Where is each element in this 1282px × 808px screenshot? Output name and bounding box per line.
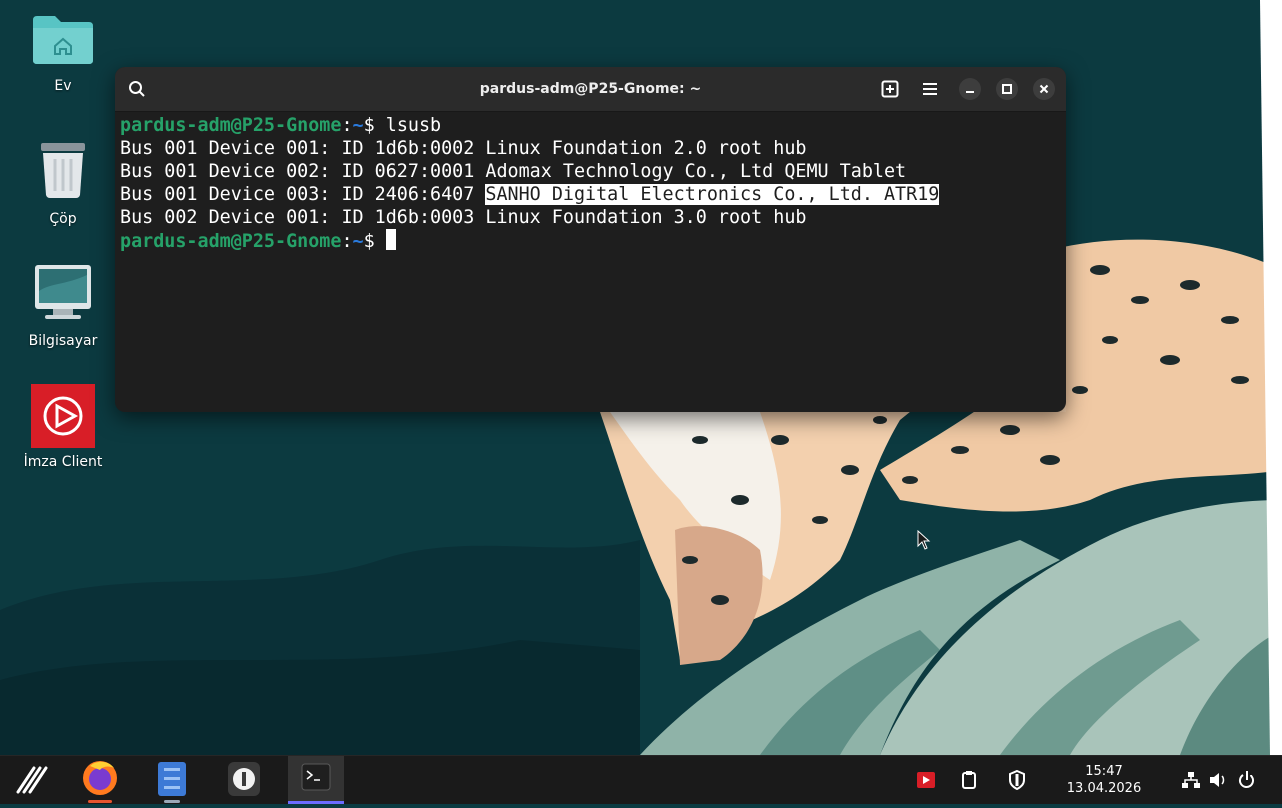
text-cursor (385, 229, 396, 250)
mouse-pointer-icon (917, 530, 931, 550)
desktop-icon-home[interactable]: Ev (8, 14, 118, 94)
terminal-line: pardus-adm@P25-Gnome:~$ lsusb (120, 114, 1061, 137)
clock[interactable]: 15:47 13.04.2026 (1058, 763, 1150, 797)
terminal-line: Bus 002 Device 001: ID 1d6b:0003 Linux F… (120, 207, 807, 228)
selected-text[interactable]: SANHO Digital Electronics Co., Ltd. ATR1… (485, 184, 940, 205)
prompt-separator: : (341, 231, 353, 252)
desktop-icon-label: Bilgisayar (28, 333, 98, 349)
taskbar: 15:47 13.04.2026 (0, 755, 1282, 804)
clock-time: 15:47 (1085, 764, 1123, 779)
desktop-icon-label: Ev (54, 78, 72, 94)
desktop-icon-trash[interactable]: Çöp (8, 141, 118, 227)
command-text: lsusb (385, 115, 442, 136)
terminal-line: Bus 001 Device 002: ID 0627:0001 Adomax … (120, 161, 907, 182)
line-prefix: Bus 001 Device 003: ID 2406:6407 (120, 184, 486, 205)
power-icon[interactable] (1237, 770, 1257, 790)
trash-icon (31, 141, 95, 205)
computer-icon (31, 263, 95, 327)
terminal-header[interactable]: pardus-adm@P25-Gnome: ~ (115, 67, 1066, 112)
desktop-icon-label: Çöp (49, 211, 77, 227)
desktop-icon-computer[interactable]: Bilgisayar (8, 263, 118, 349)
hamburger-menu-icon[interactable] (920, 79, 940, 99)
menu-icon[interactable] (12, 756, 52, 804)
file-manager-icon[interactable] (150, 756, 194, 804)
shield-icon[interactable] (1007, 769, 1027, 791)
imza-tray-icon[interactable] (916, 770, 936, 790)
terminal-line: Bus 001 Device 001: ID 1d6b:0002 Linux F… (120, 138, 807, 159)
firefox-icon[interactable] (78, 756, 122, 804)
home-folder-icon (31, 14, 95, 78)
prompt-separator: : (341, 115, 353, 136)
new-tab-icon[interactable] (880, 79, 900, 99)
prompt-user: pardus-adm@P25-Gnome (120, 115, 342, 136)
network-icon[interactable] (1181, 770, 1201, 790)
close-icon (1039, 84, 1049, 94)
clipboard-icon[interactable] (959, 770, 979, 790)
volume-icon[interactable] (1208, 770, 1228, 790)
maximize-button[interactable] (996, 78, 1018, 100)
terminal-icon[interactable] (288, 756, 344, 804)
prompt-path: ~ (352, 231, 364, 252)
desktop-icon-label: İmza Client (23, 454, 103, 470)
prompt-user: pardus-adm@P25-Gnome (120, 231, 342, 252)
clock-date: 13.04.2026 (1066, 781, 1142, 796)
imza-client-icon (31, 384, 95, 448)
terminal-line: Bus 001 Device 003: ID 2406:6407 SANHO D… (120, 183, 1061, 206)
desktop-icon-imza-client[interactable]: İmza Client (8, 384, 118, 470)
app-icon[interactable] (222, 756, 266, 804)
terminal-output[interactable]: pardus-adm@P25-Gnome:~$ lsusb Bus 001 Dev… (115, 112, 1066, 255)
minimize-button[interactable] (959, 78, 981, 100)
prompt-sigil: $ (363, 231, 386, 252)
prompt-path: ~ (352, 115, 364, 136)
minimize-icon (966, 91, 974, 93)
prompt-sigil: $ (363, 115, 386, 136)
maximize-icon (1002, 84, 1012, 94)
terminal-window[interactable]: pardus-adm@P25-Gnome: ~ pardus-adm@P25-G… (115, 67, 1066, 412)
terminal-line: pardus-adm@P25-Gnome:~$ (120, 229, 1061, 253)
close-button[interactable] (1033, 78, 1055, 100)
